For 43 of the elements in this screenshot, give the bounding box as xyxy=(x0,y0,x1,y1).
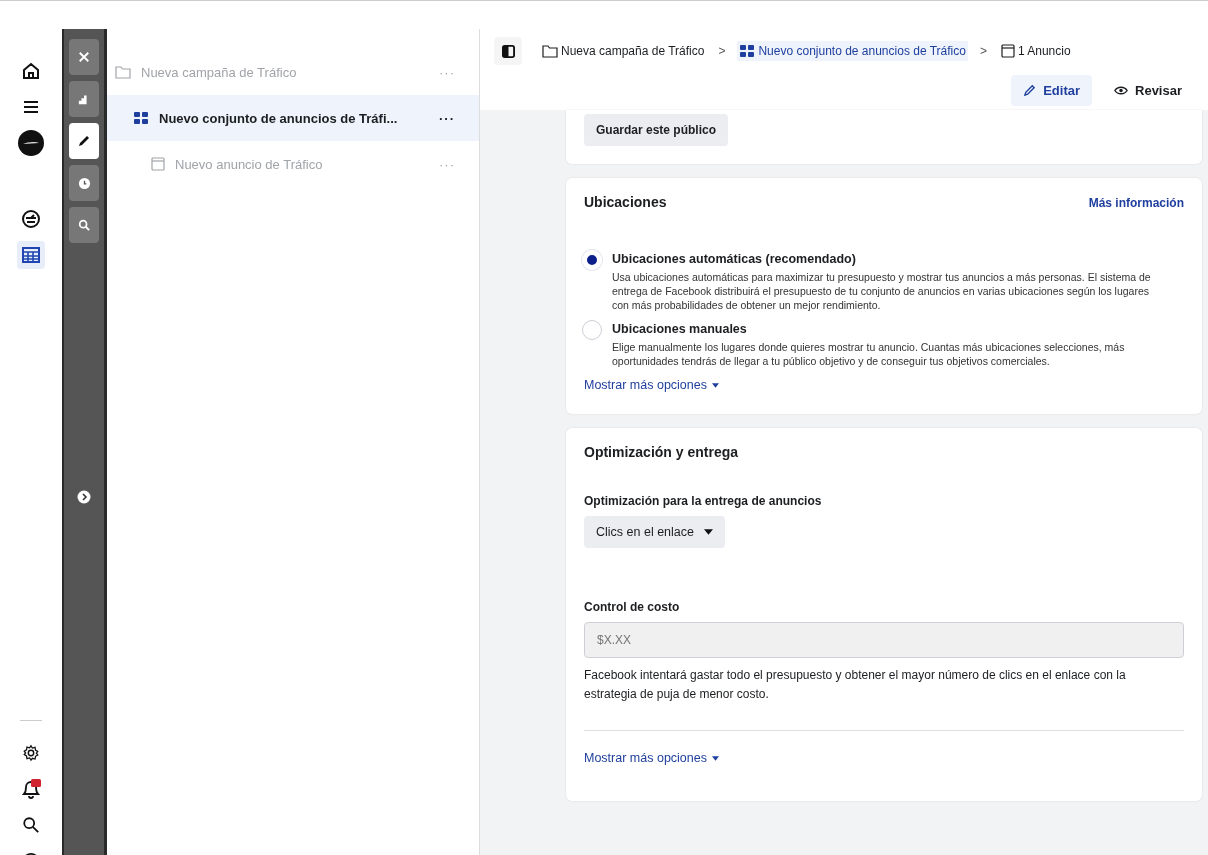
eye-icon xyxy=(1114,85,1128,96)
caret-icon xyxy=(711,382,719,388)
breadcrumb-item[interactable]: Nuevo conjunto de anuncios de Tráfico xyxy=(737,41,968,61)
account-avatar[interactable] xyxy=(17,129,45,157)
option-label: Ubicaciones automáticas (recomendado) xyxy=(612,252,857,266)
grid-icon xyxy=(133,111,149,125)
chart-icon[interactable] xyxy=(69,81,99,117)
tree-item-label: Nuevo conjunto de anuncios de Tráfi... xyxy=(159,110,399,126)
help-text: Facebook intentará gastar todo el presupuesto y obtener el mayor número de clics en el enlace con la estrategia de puja de menor costo. xyxy=(584,667,1127,703)
edit-button[interactable]: Editar xyxy=(1011,75,1092,106)
breadcrumb-separator: > xyxy=(718,44,726,58)
tree-item-label: Nuevo anuncio de Tráfico xyxy=(175,156,324,172)
field-label: Optimización para la entrega de anuncios xyxy=(584,494,823,508)
tree-item-label: Nueva campaña de Tráfico xyxy=(141,64,298,80)
section-title: Ubicaciones xyxy=(584,194,667,210)
show-more-link[interactable]: Mostrar más opciones xyxy=(584,751,719,765)
close-icon[interactable] xyxy=(69,39,99,75)
pencil-icon xyxy=(1023,84,1037,97)
document-icon xyxy=(151,157,165,171)
folder-icon xyxy=(542,44,558,58)
breadcrumb-separator: > xyxy=(979,44,987,58)
section-title: Optimización y entrega xyxy=(584,444,740,460)
option-label: Ubicaciones manuales xyxy=(612,322,748,336)
caret-icon xyxy=(711,755,719,761)
save-audience-button[interactable]: Guardar este público xyxy=(584,114,729,146)
grid-icon xyxy=(739,44,756,58)
option-description: Elige manualmente los lugares donde quieres mostrar tu anuncio. Cuantas más ubicaciones selecciones, más oportunidades tendrás de llegar a tu público objetivo y de conseguir tus objetivos comerciales. xyxy=(612,340,1126,368)
table-icon[interactable] xyxy=(17,241,45,269)
option-description: Usa ubicaciones automáticas para maximizar tu presupuesto y mostrar tus anuncios a más personas. El sistema de entrega de Facebook distribuirá el presupuesto de tu conjunto de anuncios en varias ubicaciones según los lugares con más probabilidades de obtener un mejor rendimiento. xyxy=(612,270,1152,312)
review-button[interactable]: Revisar xyxy=(1102,75,1194,106)
pencil-icon[interactable] xyxy=(69,123,99,159)
folder-icon xyxy=(115,65,131,79)
show-more-link[interactable]: Mostrar más opciones xyxy=(584,378,719,392)
optimization-dropdown[interactable]: Clics en el enlace xyxy=(584,516,725,548)
breadcrumb-item[interactable]: 1 Anuncio xyxy=(998,41,1073,61)
zoom-icon[interactable] xyxy=(69,207,99,243)
breadcrumb-item[interactable]: Nueva campaña de Tráfico xyxy=(540,41,707,61)
clock-icon[interactable] xyxy=(69,165,99,201)
caret-icon xyxy=(703,529,713,535)
document-icon xyxy=(1000,44,1015,58)
more-info-link[interactable]: Más información xyxy=(1088,196,1184,210)
field-label: Control de costo xyxy=(584,600,681,614)
panel-toggle-icon[interactable] xyxy=(494,37,522,65)
